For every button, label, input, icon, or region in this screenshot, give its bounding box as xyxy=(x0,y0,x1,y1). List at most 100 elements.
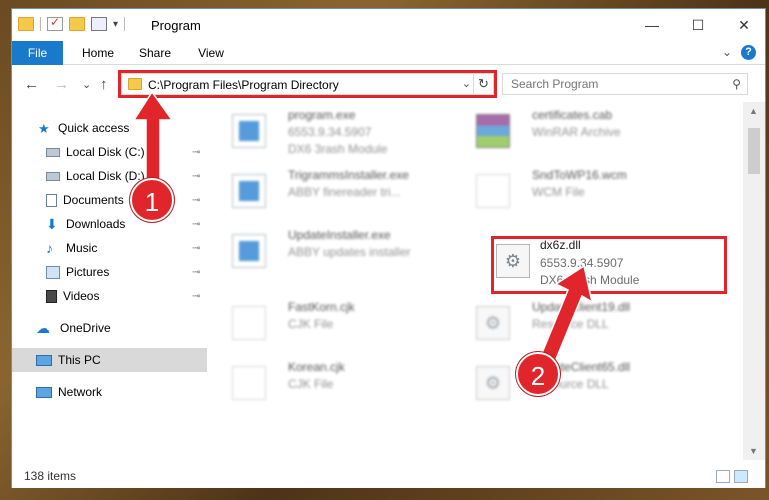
pin-icon[interactable]: ⊸ xyxy=(192,243,200,254)
toolbar-separator xyxy=(40,17,41,31)
recent-locations-button[interactable]: ⌄ xyxy=(82,78,91,91)
large-icons-view-icon[interactable] xyxy=(734,470,748,483)
sidebar-item-label: Pictures xyxy=(66,265,110,279)
search-icon[interactable]: ⚲ xyxy=(732,77,741,91)
file-version: 6553.9.34.5907 xyxy=(288,125,372,139)
music-icon: ♪ xyxy=(46,239,53,256)
sidebar-item-label: OneDrive xyxy=(60,321,111,335)
up-button[interactable]: ↑ xyxy=(100,76,108,93)
tab-share[interactable]: Share xyxy=(132,41,178,65)
scroll-down-icon[interactable]: ▼ xyxy=(749,446,758,456)
folder-icon[interactable] xyxy=(18,17,34,31)
pin-icon[interactable]: ⊸ xyxy=(192,195,200,206)
minimize-button[interactable]: — xyxy=(629,9,675,41)
sidebar-item-label: Quick access xyxy=(58,121,130,135)
file-type: CJK File xyxy=(288,377,334,391)
close-button[interactable]: ✕ xyxy=(721,9,767,41)
tab-home[interactable]: Home xyxy=(74,41,122,65)
status-bar: 138 items xyxy=(12,466,765,488)
network-icon xyxy=(36,386,52,398)
installer-icon xyxy=(232,234,266,268)
document-icon xyxy=(476,174,510,208)
document-icon xyxy=(232,366,266,400)
callout-badge-1: 1 xyxy=(130,178,174,222)
file-item[interactable]: TrigrammsInstaller.exe ABBY finereader t… xyxy=(208,162,448,218)
sidebar-item-label: This PC xyxy=(58,353,101,367)
file-description: DX6 3rash Module xyxy=(288,142,388,156)
help-icon[interactable]: ? xyxy=(741,45,756,60)
scroll-thumb[interactable] xyxy=(748,128,760,174)
file-type: WCM File xyxy=(532,185,585,199)
sidebar-item-label: Network xyxy=(58,385,103,399)
drive-icon xyxy=(46,171,60,181)
star-icon: ★ xyxy=(38,120,50,136)
file-name: Korean.cjk xyxy=(288,360,345,374)
properties-icon[interactable] xyxy=(47,15,63,31)
file-description: ABBY finereader tri... xyxy=(288,185,401,199)
file-name: TrigrammsInstaller.exe xyxy=(288,168,409,182)
file-item[interactable]: Korean.cjk CJK File xyxy=(208,354,448,410)
program-icon xyxy=(232,114,266,148)
documents-icon xyxy=(46,193,57,207)
maximize-button[interactable]: ☐ xyxy=(675,9,721,41)
download-icon: ⬇ xyxy=(46,215,58,232)
sidebar-item-label: Downloads xyxy=(66,217,126,231)
sidebar-item-label: Videos xyxy=(63,289,100,303)
explorer-window: ▾ Program — ☐ ✕ File Home Share View ⌄ ?… xyxy=(11,8,766,488)
pin-icon[interactable]: ⊸ xyxy=(192,267,200,278)
pictures-icon xyxy=(46,265,60,279)
dll-gear-icon: ⚙ xyxy=(476,306,510,340)
vertical-scrollbar[interactable]: ▲ ▼ xyxy=(743,102,765,460)
details-view-icon[interactable] xyxy=(716,470,730,483)
file-list: program.exe 6553.9.34.5907 DX6 3rash Mod… xyxy=(208,102,744,460)
customize-toolbar-icon[interactable]: ▾ xyxy=(113,19,118,30)
toolbar-separator xyxy=(124,17,126,31)
tab-file[interactable]: File xyxy=(12,41,63,65)
file-type: WinRAR Archive xyxy=(532,125,621,139)
file-name: FastKorn.cjk xyxy=(288,300,355,314)
file-item[interactable]: UpdateInstaller.exe ABBY updates install… xyxy=(208,222,448,278)
file-name: program.exe xyxy=(288,108,356,122)
scroll-up-icon[interactable]: ▲ xyxy=(749,106,758,116)
address-row: ← → ⌄ ↑ C:\Program Files\Program Directo… xyxy=(12,66,765,102)
computer-icon xyxy=(36,354,52,366)
file-item[interactable]: certificates.cab WinRAR Archive xyxy=(452,102,692,158)
tab-view[interactable]: View xyxy=(190,41,232,65)
sidebar-item-pictures[interactable]: Pictures ⊸ xyxy=(12,260,207,284)
cloud-icon: ☁ xyxy=(36,319,50,336)
callout-badge-2: 2 xyxy=(516,352,560,396)
new-folder-icon[interactable] xyxy=(69,17,85,31)
back-button[interactable]: ← xyxy=(24,76,39,93)
item-count: 138 items xyxy=(24,469,77,483)
ribbon-tabs: File Home Share View ⌄ ? xyxy=(12,41,765,65)
sidebar-item-videos[interactable]: Videos ⊸ xyxy=(12,284,207,308)
file-type: CJK File xyxy=(288,317,334,331)
pin-icon[interactable]: ⊸ xyxy=(192,147,200,158)
archive-icon xyxy=(476,114,510,148)
drive-icon xyxy=(46,147,60,157)
file-item[interactable]: SndToWP16.wcm WCM File xyxy=(452,162,692,218)
document-icon xyxy=(232,306,266,340)
file-item[interactable]: FastKorn.cjk CJK File xyxy=(208,294,448,350)
file-item[interactable]: program.exe 6553.9.34.5907 DX6 3rash Mod… xyxy=(208,102,448,158)
sidebar-item-network[interactable]: Network xyxy=(12,380,207,404)
sidebar-item-downloads[interactable]: ⬇ Downloads ⊸ xyxy=(12,212,207,236)
installer-icon xyxy=(232,174,266,208)
file-highlight-box xyxy=(491,236,727,294)
sidebar-item-this-pc[interactable]: This PC xyxy=(12,348,207,372)
forward-button[interactable]: → xyxy=(54,76,69,93)
rename-icon[interactable] xyxy=(91,17,107,31)
pin-icon[interactable]: ⊸ xyxy=(192,219,200,230)
file-name: certificates.cab xyxy=(532,108,613,122)
pin-icon[interactable]: ⊸ xyxy=(192,171,200,182)
search-input[interactable] xyxy=(503,74,713,94)
sidebar-item-onedrive[interactable]: ☁ OneDrive xyxy=(12,316,207,340)
file-description: ABBY updates installer xyxy=(288,245,411,259)
sidebar-item-music[interactable]: ♪ Music ⊸ xyxy=(12,236,207,260)
videos-icon xyxy=(46,289,57,303)
search-box[interactable]: ⚲ xyxy=(502,73,748,95)
pin-icon[interactable]: ⊸ xyxy=(192,291,200,302)
file-name: UpdateInstaller.exe xyxy=(288,228,391,242)
expand-ribbon-icon[interactable]: ⌄ xyxy=(722,45,732,59)
window-title: Program xyxy=(151,18,201,33)
